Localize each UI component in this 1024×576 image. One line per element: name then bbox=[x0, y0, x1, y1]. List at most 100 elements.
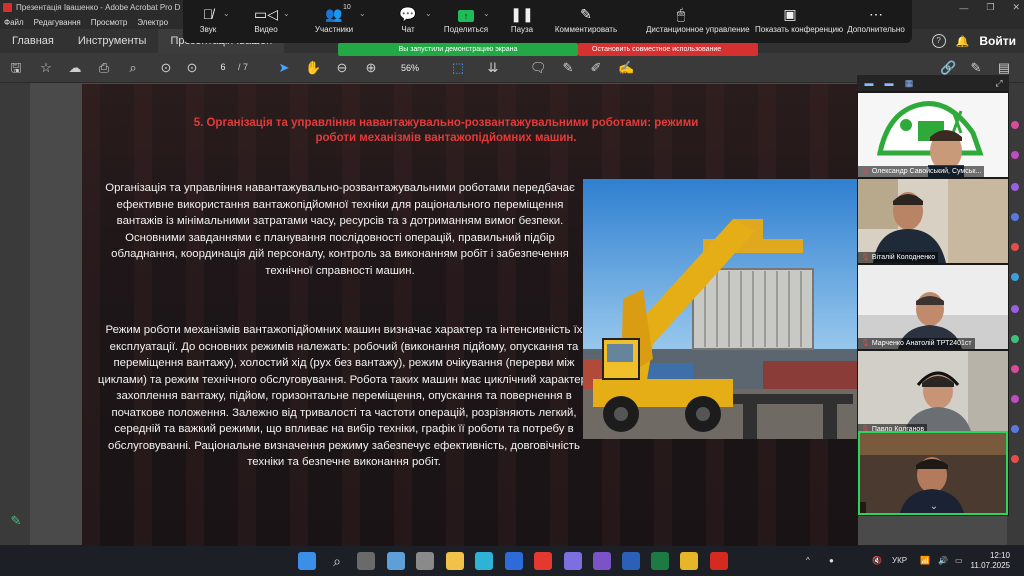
search-icon[interactable]: ⌕ bbox=[125, 60, 141, 76]
show-meeting-button[interactable]: ▣ Показать конференцию bbox=[755, 3, 843, 41]
tray-chevron-icon[interactable]: ^ bbox=[806, 546, 810, 576]
camera-icon: ▭◁ bbox=[254, 6, 278, 22]
language-indicator[interactable]: УКР bbox=[892, 546, 907, 576]
highlight-pen-icon[interactable]: ✎ bbox=[560, 60, 576, 76]
participant-tile-3[interactable]: 🎙 Марченко Анатолій ТРТ2401ст bbox=[858, 265, 1008, 349]
more-icon: ⋯ bbox=[869, 6, 883, 22]
widgets-icon[interactable] bbox=[387, 552, 405, 570]
zoom-in-icon[interactable]: ⊕ bbox=[363, 60, 379, 76]
word-icon[interactable] bbox=[622, 552, 640, 570]
notifications-icon[interactable]: 🔔 bbox=[956, 35, 970, 48]
participant-tile-5-active-speaker[interactable]: ⌄ bbox=[858, 431, 1008, 515]
speaker-view-icon[interactable]: ▬ bbox=[881, 75, 897, 91]
gallery-toolbar: ▬ ▬ ▦ ⤢ bbox=[857, 75, 1009, 91]
page-up-icon[interactable]: ⊙ bbox=[158, 60, 174, 76]
speaker-icon[interactable]: 🔊 bbox=[938, 546, 948, 576]
menu-view[interactable]: Просмотр bbox=[91, 18, 128, 27]
participant-tile-1[interactable]: 🎙 Олександр Савойський, Сумськ... bbox=[858, 93, 1008, 177]
tool-dot-icon[interactable] bbox=[1011, 213, 1019, 221]
fill-sign-icon[interactable]: ✎ bbox=[968, 60, 984, 76]
participant-tile-2[interactable]: 🎙 Віталій Колодненко bbox=[858, 179, 1008, 263]
participants-button[interactable]: 👥 10 Участники ⌄ bbox=[299, 3, 369, 41]
zoom-app-icon[interactable] bbox=[505, 552, 523, 570]
tray-app-icon[interactable]: ● bbox=[829, 546, 834, 576]
page-down-icon[interactable]: ⊙ bbox=[184, 60, 200, 76]
app-icon[interactable] bbox=[564, 552, 582, 570]
menu-electronic[interactable]: Электро bbox=[137, 18, 168, 27]
edit-pdf-icon[interactable]: ▤ bbox=[996, 60, 1012, 76]
edge-browser-icon[interactable] bbox=[475, 552, 493, 570]
sign-in-button[interactable]: Войти bbox=[979, 34, 1016, 48]
menu-file[interactable]: Файл bbox=[4, 18, 24, 27]
tool-dot-icon[interactable] bbox=[1011, 455, 1019, 463]
save-icon[interactable]: 🖫 bbox=[8, 60, 24, 76]
chevron-down-icon[interactable]: ⌄ bbox=[359, 9, 366, 18]
volume-mute-icon[interactable]: 🔇 bbox=[872, 546, 882, 576]
stop-share-button[interactable]: Остановить совместное использование bbox=[578, 43, 758, 56]
account-area: ? 🔔 Войти bbox=[931, 29, 1016, 53]
tool-dot-icon[interactable] bbox=[1011, 273, 1019, 281]
hand-tool-icon[interactable]: ✋ bbox=[305, 60, 321, 76]
file-explorer-icon[interactable] bbox=[446, 552, 464, 570]
tool-dot-icon[interactable] bbox=[1011, 365, 1019, 373]
viber-icon[interactable] bbox=[593, 552, 611, 570]
tab-tools[interactable]: Инструменты bbox=[66, 29, 159, 53]
slide-paragraph-1: Організація та управління навантажувальн… bbox=[105, 182, 575, 277]
draw-icon[interactable]: ✐ bbox=[588, 60, 604, 76]
participant-video-1 bbox=[858, 93, 1008, 177]
participant-video-3 bbox=[858, 265, 1008, 349]
tool-dot-icon[interactable] bbox=[1011, 243, 1019, 251]
select-cursor-icon[interactable]: ➤ bbox=[276, 60, 292, 76]
system-clock[interactable]: 12:10 11.07.2025 bbox=[971, 551, 1010, 571]
help-icon[interactable]: ? bbox=[931, 34, 946, 48]
reach-stacker-photo bbox=[583, 179, 858, 439]
chevron-down-icon[interactable]: ⌄ bbox=[283, 9, 290, 18]
link-icon[interactable]: 🔗 bbox=[940, 60, 956, 76]
tool-dot-icon[interactable] bbox=[1011, 395, 1019, 403]
pause-share-button[interactable]: ❚❚ Пауза bbox=[487, 3, 557, 41]
menu-edit[interactable]: Редагування bbox=[34, 18, 81, 27]
acrobat-taskbar-icon[interactable] bbox=[710, 552, 728, 570]
tool-dot-icon[interactable] bbox=[1011, 151, 1019, 159]
tool-dot-icon[interactable] bbox=[1011, 183, 1019, 191]
page-number-input[interactable]: 6 bbox=[212, 62, 234, 76]
more-button[interactable]: ⋯ Дополнительно bbox=[841, 3, 911, 41]
tool-dot-icon[interactable] bbox=[1011, 425, 1019, 433]
task-view-icon[interactable] bbox=[357, 552, 375, 570]
zoom-out-icon[interactable]: ⊖ bbox=[334, 60, 350, 76]
maximize-icon[interactable]: ❐ bbox=[986, 2, 994, 13]
minimize-icon[interactable]: — bbox=[959, 3, 968, 13]
battery-icon[interactable]: ▭ bbox=[955, 546, 963, 576]
comment-icon[interactable]: 🗨 bbox=[530, 60, 547, 76]
tool-dot-icon[interactable] bbox=[1011, 305, 1019, 313]
chevron-down-icon[interactable]: ⌄ bbox=[223, 9, 230, 18]
gallery-view-icon[interactable]: ▦ bbox=[901, 75, 917, 91]
start-menu-icon[interactable] bbox=[298, 552, 316, 570]
chrome-icon[interactable] bbox=[680, 552, 698, 570]
fit-page-icon[interactable]: ⬚ bbox=[450, 60, 466, 76]
scroll-mode-icon[interactable]: ⇊ bbox=[485, 60, 501, 76]
wifi-icon[interactable]: 📶 bbox=[920, 546, 930, 576]
chevron-down-icon[interactable]: ⌄ bbox=[926, 499, 942, 513]
zoom-level-field[interactable]: 56% bbox=[388, 61, 432, 76]
excel-icon[interactable] bbox=[651, 552, 669, 570]
edit-icon[interactable]: ✎ bbox=[8, 513, 24, 529]
view-layout-icon[interactable]: ▬ bbox=[861, 75, 877, 91]
sign-icon[interactable]: ✍ bbox=[618, 60, 634, 76]
remote-control-button[interactable]: 🖱 Дистанционное управление bbox=[646, 3, 750, 41]
app-icon[interactable] bbox=[416, 552, 434, 570]
opera-icon[interactable] bbox=[534, 552, 552, 570]
search-icon[interactable]: ⌕ bbox=[328, 552, 346, 570]
tool-dot-icon[interactable] bbox=[1011, 121, 1019, 129]
print-icon[interactable]: ⎙ bbox=[96, 60, 112, 76]
expand-icon[interactable]: ⤢ bbox=[991, 75, 1007, 91]
annotate-button[interactable]: ✎ Комментировать bbox=[551, 3, 621, 41]
video-button[interactable]: ▭◁ Видео ⌄ bbox=[231, 3, 301, 41]
tool-dot-icon[interactable] bbox=[1011, 335, 1019, 343]
bookmark-star-icon[interactable]: ☆ bbox=[38, 60, 54, 76]
window-title: Презентація Івашенко - Adobe Acrobat Pro… bbox=[16, 3, 181, 12]
participant-tile-4[interactable]: 🎙 Павло Колганов bbox=[858, 351, 1008, 435]
tab-home[interactable]: Главная bbox=[0, 29, 66, 53]
upload-cloud-icon[interactable]: ☁ bbox=[67, 60, 83, 76]
close-icon[interactable]: ✕ bbox=[1012, 2, 1020, 13]
